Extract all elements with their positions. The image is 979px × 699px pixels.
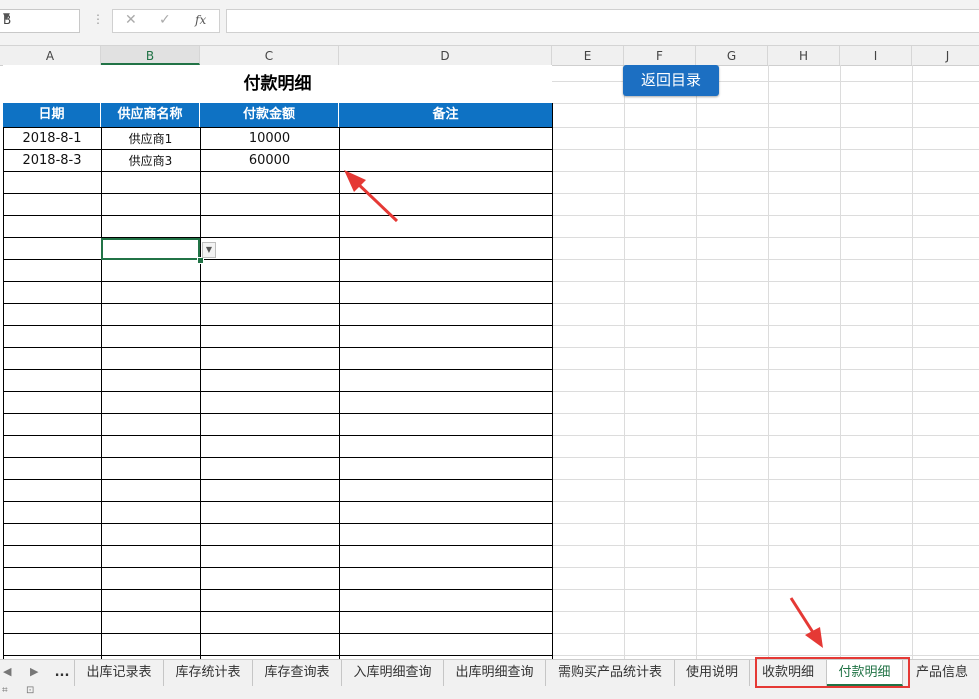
fill-handle[interactable] [197,257,204,264]
header-note[interactable]: 备注 [339,103,552,127]
tab-more[interactable]: ... [50,660,75,686]
header-date[interactable]: 日期 [3,103,101,127]
cell-date[interactable]: 2018-8-1 [3,128,101,150]
cell-amount[interactable]: 10000 [200,128,339,150]
dropdown-arrow-icon[interactable]: ▼ [202,242,216,258]
column-header-i[interactable]: I [840,46,912,65]
scroll-right-icon[interactable]: ▶ [30,665,38,678]
header-amount[interactable]: 付款金额 [200,103,339,127]
formula-buttons: ✕ ✓ fx [112,9,220,33]
tab-purchase-needs[interactable]: 需购买产品统计表 [546,660,675,686]
return-to-menu-button[interactable]: 返回目录 [623,65,719,96]
confirm-icon[interactable]: ✓ [159,12,171,28]
cell-supplier[interactable]: 供应商3 [101,150,200,172]
sheet-grid[interactable]: 付款明细 日期 供应商名称 付款金额 备注 2018-8-1 供应商1 1000… [0,65,979,659]
cell-note[interactable] [339,128,552,150]
tab-inventory-query[interactable]: 库存查询表 [253,660,342,686]
cancel-icon[interactable]: ✕ [125,12,137,28]
column-header-a[interactable]: A [0,46,101,65]
tab-instructions[interactable]: 使用说明 [675,660,750,686]
cell-supplier[interactable]: 供应商1 [101,128,200,150]
scroll-left-icon[interactable]: ◀ [3,665,11,678]
header-supplier[interactable]: 供应商名称 [101,103,200,127]
insert-function-icon[interactable]: fx [195,13,206,27]
status-icon: ⌗ [2,685,8,696]
active-cell-selection[interactable] [101,238,200,260]
formula-bar: B ▼ ⋮ ✕ ✓ fx [0,0,979,46]
formula-input[interactable] [226,9,979,33]
cell-date[interactable]: 2018-8-3 [3,150,101,172]
column-header-j[interactable]: J [912,46,979,65]
column-headers: A B C D E F G H I J [0,46,979,66]
cell-amount[interactable]: 60000 [200,150,339,172]
column-header-b[interactable]: B [101,46,200,65]
name-box[interactable]: B ▼ [0,9,80,33]
column-header-f[interactable]: F [624,46,696,65]
column-header-g[interactable]: G [696,46,768,65]
sheet-title[interactable]: 付款明细 [3,65,552,103]
column-header-e[interactable]: E [552,46,624,65]
chevron-down-icon[interactable]: ▼ [3,12,75,22]
tab-outbound-records[interactable]: 出库记录表 [75,660,164,686]
tab-inventory-stats[interactable]: 库存统计表 [164,660,253,686]
macro-icon[interactable]: ⊡ [26,685,34,696]
column-header-h[interactable]: H [768,46,840,65]
more-options-icon[interactable]: ⋮ [92,12,104,26]
tab-inbound-detail-query[interactable]: 入库明细查询 [342,660,444,686]
tab-outbound-detail-query[interactable]: 出库明细查询 [444,660,546,686]
column-header-d[interactable]: D [339,46,552,65]
annotation-highlight-box [755,657,910,688]
tab-product-info[interactable]: 产品信息 [905,660,979,686]
cell-note[interactable] [339,150,552,172]
column-header-c[interactable]: C [200,46,339,65]
